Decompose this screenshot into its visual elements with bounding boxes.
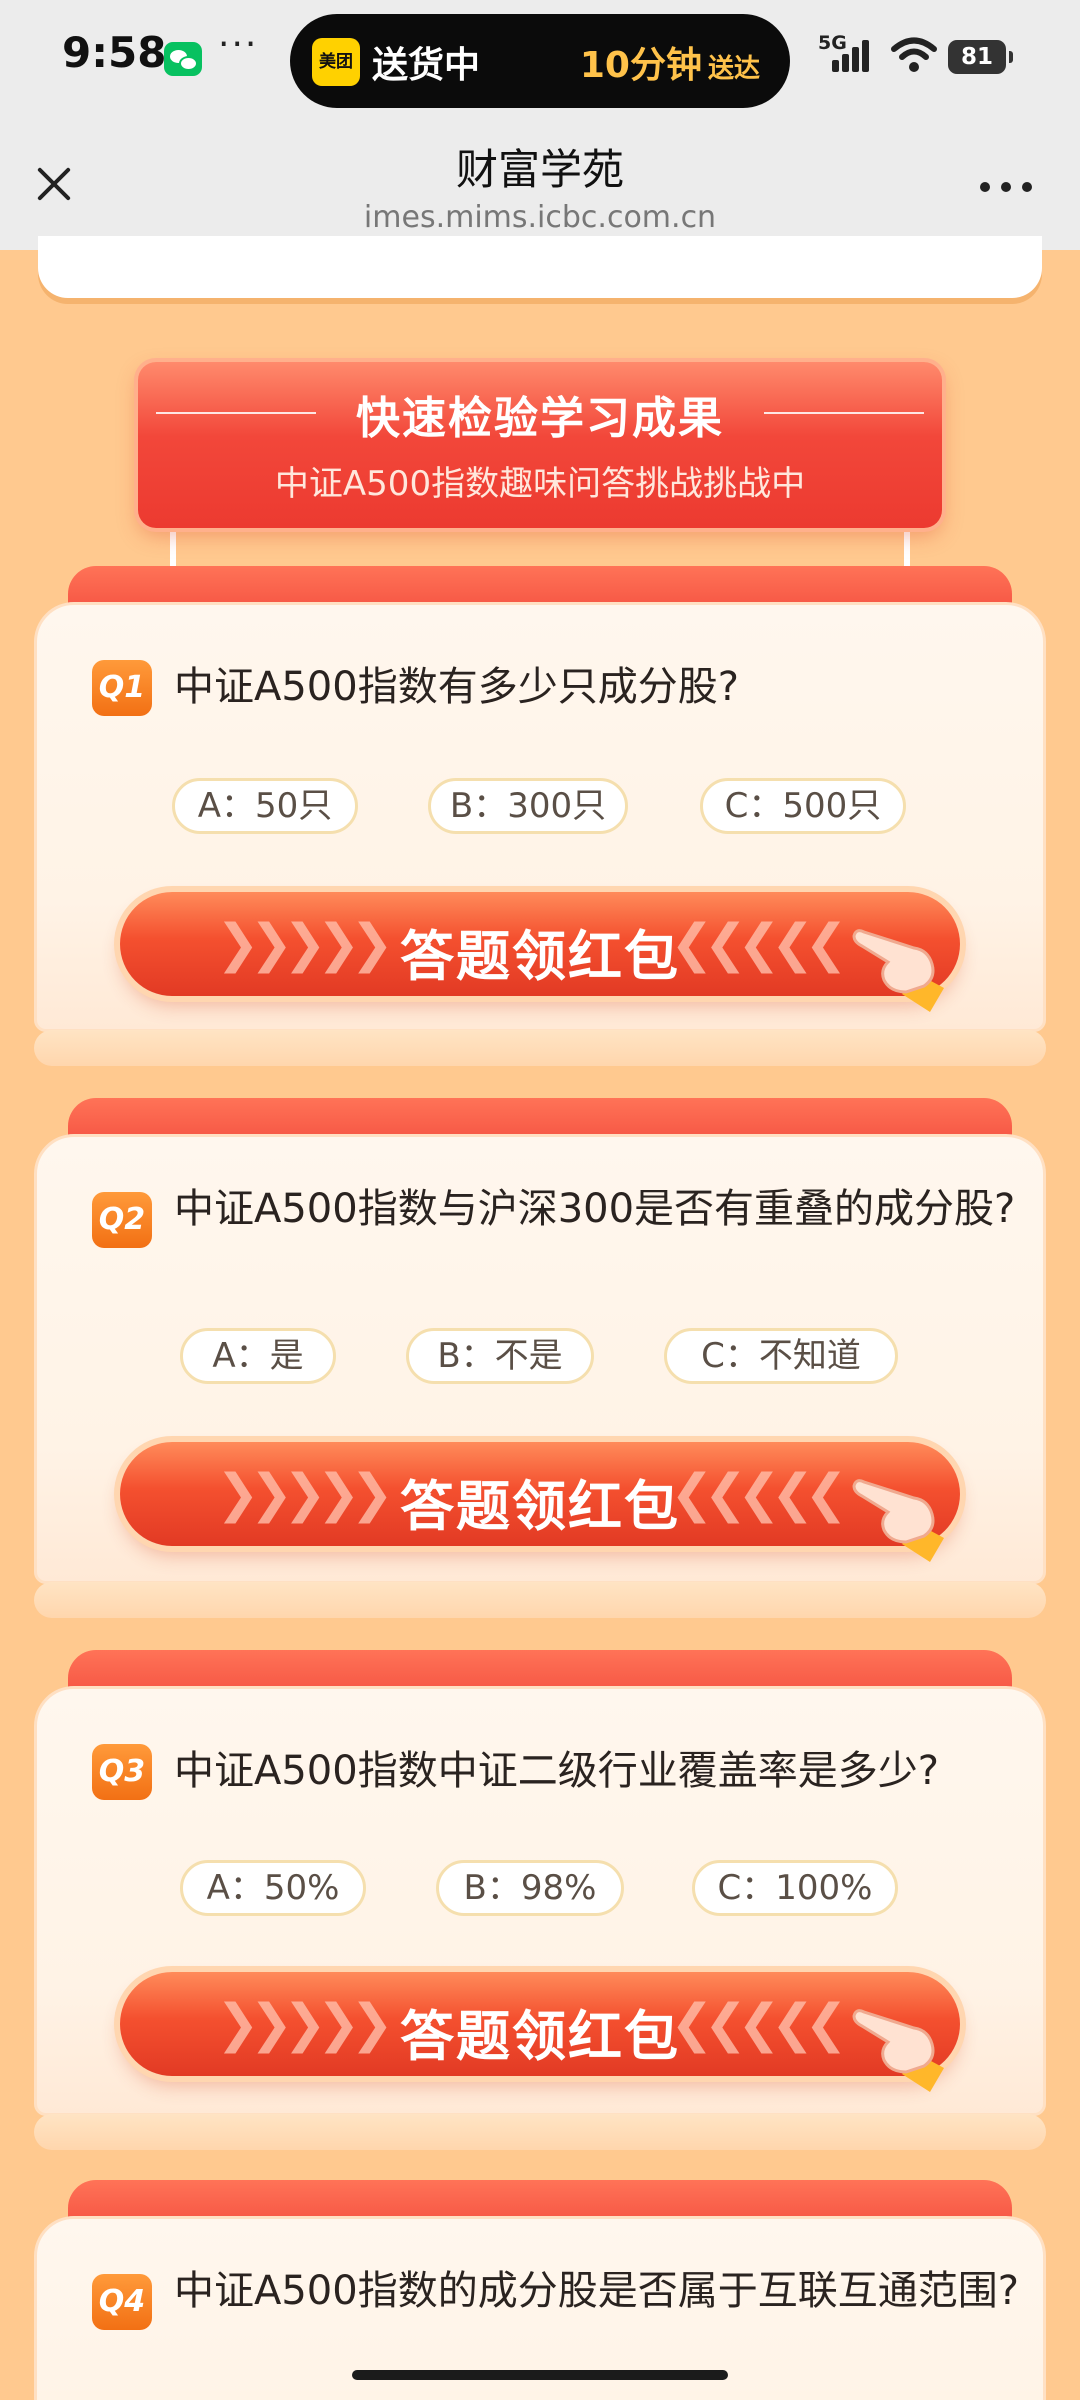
- option-a[interactable]: A：是: [180, 1328, 336, 1384]
- answer-redpacket-button[interactable]: ❯❯❯❯❯ 答题领红包 ❮❮❮❮❮: [120, 1972, 960, 2076]
- question-text: 中证A500指数中证二级行业覆盖率是多少?: [174, 1748, 939, 1794]
- delivery-eta-suffix: 送达: [707, 54, 760, 84]
- quiz-banner: 快速检验学习成果 中证A500指数趣味问答挑战挑战中: [138, 362, 942, 528]
- status-time: 9:58: [62, 28, 167, 77]
- question-badge: Q4: [92, 2274, 152, 2330]
- answer-redpacket-button[interactable]: ❯❯❯❯❯ 答题领红包 ❮❮❮❮❮: [120, 892, 960, 996]
- card-base: [34, 1582, 1046, 1618]
- answer-redpacket-button[interactable]: ❯❯❯❯❯ 答题领红包 ❮❮❮❮❮: [120, 1442, 960, 1546]
- question-badge: Q2: [92, 1192, 152, 1248]
- question-badge: Q1: [92, 660, 152, 716]
- page-url: imes.mims.icbc.com.cn: [363, 200, 717, 235]
- question-card-3: Q3 中证A500指数中证二级行业覆盖率是多少? A：50% B：98% C：1…: [34, 1650, 1046, 2150]
- question-text: 中证A500指数的成分股是否属于互联互通范围?: [174, 2268, 1019, 2314]
- wechat-icon: [164, 42, 202, 76]
- option-b[interactable]: B：98%: [436, 1860, 624, 1916]
- card-base: [34, 1030, 1046, 1066]
- wifi-icon: [891, 37, 937, 72]
- card-base: [34, 2114, 1046, 2150]
- pointing-hand-icon: [852, 2009, 944, 2092]
- banner-subtitle: 中证A500指数趣味问答挑战挑战中: [274, 464, 806, 504]
- question-card-4: Q4 中证A500指数的成分股是否属于互联互通范围?: [34, 2180, 1046, 2400]
- question-text: 中证A500指数有多少只成分股?: [174, 664, 739, 710]
- question-text: 中证A500指数与沪深300是否有重叠的成分股?: [174, 1186, 1016, 1232]
- previous-card-bottom: [38, 236, 1042, 298]
- banner-title: 快速检验学习成果: [356, 393, 724, 444]
- pointing-hand-icon: [852, 929, 944, 1012]
- battery-icon: 81: [948, 40, 1013, 74]
- option-b[interactable]: B：300只: [428, 778, 628, 834]
- arrows-right-icon: ❮❮❮❮❮: [670, 1464, 848, 1524]
- option-c[interactable]: C：100%: [692, 1860, 898, 1916]
- question-card-1: Q1 中证A500指数有多少只成分股? A：50只 B：300只 C：500只 …: [34, 566, 1046, 1066]
- option-b[interactable]: B：不是: [406, 1328, 594, 1384]
- pointing-hand-icon: [852, 1479, 944, 1562]
- question-badge: Q3: [92, 1744, 152, 1800]
- arrows-right-icon: ❮❮❮❮❮: [670, 1994, 848, 2054]
- browser-nav-bar: 财富学苑 imes.mims.icbc.com.cn: [0, 118, 1080, 250]
- option-c[interactable]: C：不知道: [664, 1328, 898, 1384]
- delivery-status: 送货中: [372, 45, 481, 86]
- signal-icon: [832, 38, 876, 72]
- question-card-2: Q2 中证A500指数与沪深300是否有重叠的成分股? A：是 B：不是 C：不…: [34, 1098, 1046, 1618]
- more-horizontal-icon[interactable]: [976, 170, 1036, 200]
- page-title: 财富学苑: [455, 145, 624, 194]
- home-indicator[interactable]: [352, 2370, 728, 2380]
- option-c[interactable]: C：500只: [700, 778, 906, 834]
- delivery-eta: 10分钟 送达: [580, 36, 760, 88]
- status-bar: 9:58 ··· 美团 送货中 10分钟 送达 5G 81: [0, 0, 1080, 118]
- status-more-icon: ···: [218, 24, 259, 65]
- arrows-right-icon: ❮❮❮❮❮: [670, 914, 848, 974]
- option-a[interactable]: A：50只: [172, 778, 358, 834]
- delivery-eta-time: 10分钟: [579, 45, 702, 86]
- option-a[interactable]: A：50%: [180, 1860, 366, 1916]
- meituan-logo: 美团: [312, 38, 360, 86]
- meituan-live-activity[interactable]: 美团 送货中 10分钟 送达: [290, 14, 790, 108]
